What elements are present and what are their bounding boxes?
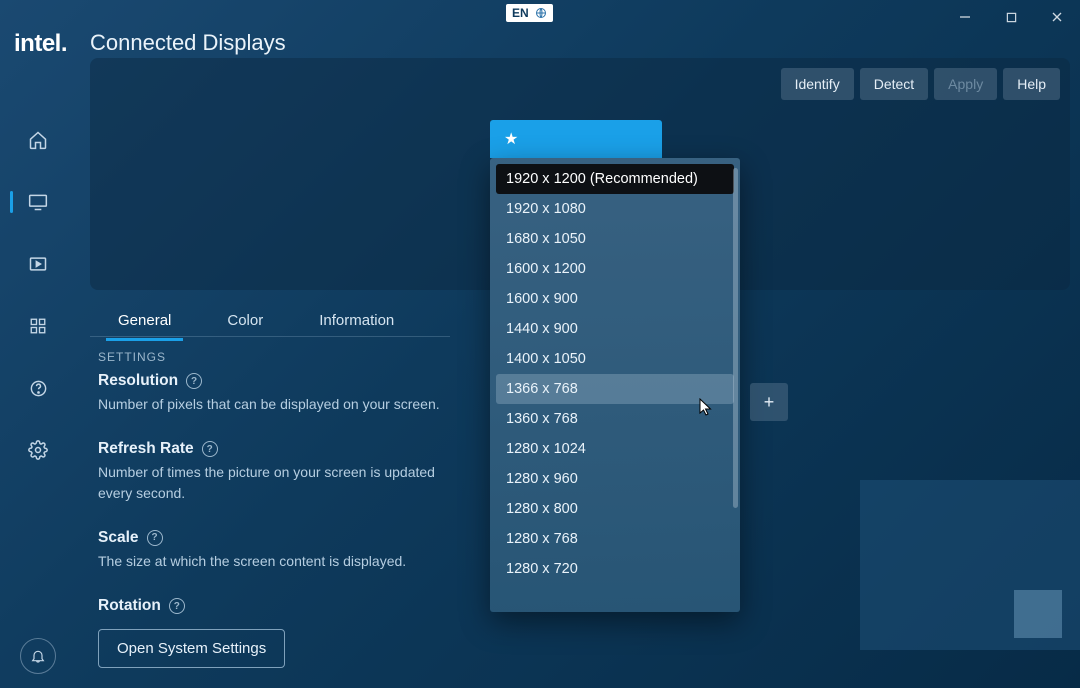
settings-section-label: SETTINGS — [98, 350, 166, 364]
resolution-option[interactable]: 1600 x 900 — [496, 284, 734, 314]
page-title: Connected Displays — [90, 30, 286, 56]
resolution-option[interactable]: 1400 x 1050 — [496, 344, 734, 374]
notifications-button[interactable] — [20, 638, 56, 674]
language-label: EN — [512, 6, 529, 20]
settings-tabs: General Color Information — [90, 302, 422, 339]
setting-description: Number of times the picture on your scre… — [98, 462, 458, 503]
intel-logo: intel. — [14, 30, 67, 58]
decorative-square-small — [1014, 590, 1062, 638]
video-icon — [28, 254, 48, 274]
sidebar-item-settings[interactable] — [0, 430, 76, 470]
setting-title: Resolution — [98, 372, 178, 390]
language-pill[interactable]: EN — [506, 4, 553, 22]
home-icon — [28, 130, 48, 150]
plus-icon: + — [764, 392, 775, 413]
setting-description: Number of pixels that can be displayed o… — [98, 394, 458, 414]
resolution-option[interactable]: 1600 x 1200 — [496, 254, 734, 284]
setting-resolution: Resolution ? Number of pixels that can b… — [98, 372, 458, 414]
display-tab[interactable]: ★ — [490, 120, 662, 158]
resolution-option[interactable]: 1360 x 768 — [496, 404, 734, 434]
window-root: EN intel. Connected Displays — [0, 0, 1080, 688]
titlebar-controls — [942, 0, 1080, 34]
resolution-option[interactable]: 1280 x 800 — [496, 494, 734, 524]
detect-button[interactable]: Detect — [860, 68, 928, 100]
setting-title: Refresh Rate — [98, 440, 194, 458]
sidebar-item-home[interactable] — [0, 120, 76, 160]
setting-title: Rotation — [98, 597, 161, 615]
resolution-option[interactable]: 1280 x 720 — [496, 554, 734, 584]
star-icon: ★ — [504, 129, 518, 149]
tab-color[interactable]: Color — [199, 302, 291, 339]
resolution-list[interactable]: 1920 x 1200 (Recommended)1920 x 10801680… — [490, 158, 740, 612]
help-circle-icon — [29, 379, 48, 398]
resolution-option[interactable]: 1920 x 1080 — [496, 194, 734, 224]
setting-description: The size at which the screen content is … — [98, 551, 458, 571]
resolution-option[interactable]: 1366 x 768 — [496, 374, 734, 404]
setting-title: Scale — [98, 529, 139, 547]
settings-list: Resolution ? Number of pixels that can b… — [98, 372, 458, 622]
bell-icon — [30, 648, 46, 664]
add-custom-resolution-button[interactable]: + — [750, 383, 788, 421]
help-icon[interactable]: ? — [147, 530, 163, 546]
maximize-button[interactable] — [988, 2, 1034, 32]
sidebar-item-help[interactable] — [0, 368, 76, 408]
sidebar-item-video[interactable] — [0, 244, 76, 284]
setting-refresh-rate: Refresh Rate ? Number of times the pictu… — [98, 440, 458, 503]
resolution-option[interactable]: 1680 x 1050 — [496, 224, 734, 254]
resolution-option[interactable]: 1920 x 1200 (Recommended) — [496, 164, 734, 194]
tabs-divider — [90, 336, 450, 337]
minimize-button[interactable] — [942, 2, 988, 32]
setting-rotation: Rotation ? — [98, 597, 458, 615]
display-icon — [28, 192, 48, 212]
apply-button: Apply — [934, 68, 997, 100]
sidebar — [0, 120, 76, 470]
open-system-settings-button[interactable]: Open System Settings — [98, 629, 285, 668]
gear-icon — [28, 440, 48, 460]
sidebar-bottom — [0, 638, 76, 674]
close-button[interactable] — [1034, 2, 1080, 32]
grid-icon — [29, 317, 47, 335]
help-button[interactable]: Help — [1003, 68, 1060, 100]
resolution-option[interactable]: 1440 x 900 — [496, 314, 734, 344]
preview-actions: Identify Detect Apply Help — [781, 68, 1060, 100]
sidebar-item-display[interactable] — [0, 182, 76, 222]
help-icon[interactable]: ? — [169, 598, 185, 614]
resolution-dropdown: 1920 x 1200 (Recommended)1920 x 10801680… — [490, 158, 740, 612]
help-icon[interactable]: ? — [202, 441, 218, 457]
identify-button[interactable]: Identify — [781, 68, 854, 100]
setting-scale: Scale ? The size at which the screen con… — [98, 529, 458, 571]
tab-information[interactable]: Information — [291, 302, 422, 339]
help-icon[interactable]: ? — [186, 373, 202, 389]
language-icon — [535, 7, 547, 19]
sidebar-item-grid[interactable] — [0, 306, 76, 346]
scrollbar-thumb[interactable] — [733, 168, 738, 508]
tab-general[interactable]: General — [90, 302, 199, 339]
resolution-option[interactable]: 1280 x 768 — [496, 524, 734, 554]
resolution-option[interactable]: 1280 x 1024 — [496, 434, 734, 464]
resolution-option[interactable]: 1280 x 960 — [496, 464, 734, 494]
